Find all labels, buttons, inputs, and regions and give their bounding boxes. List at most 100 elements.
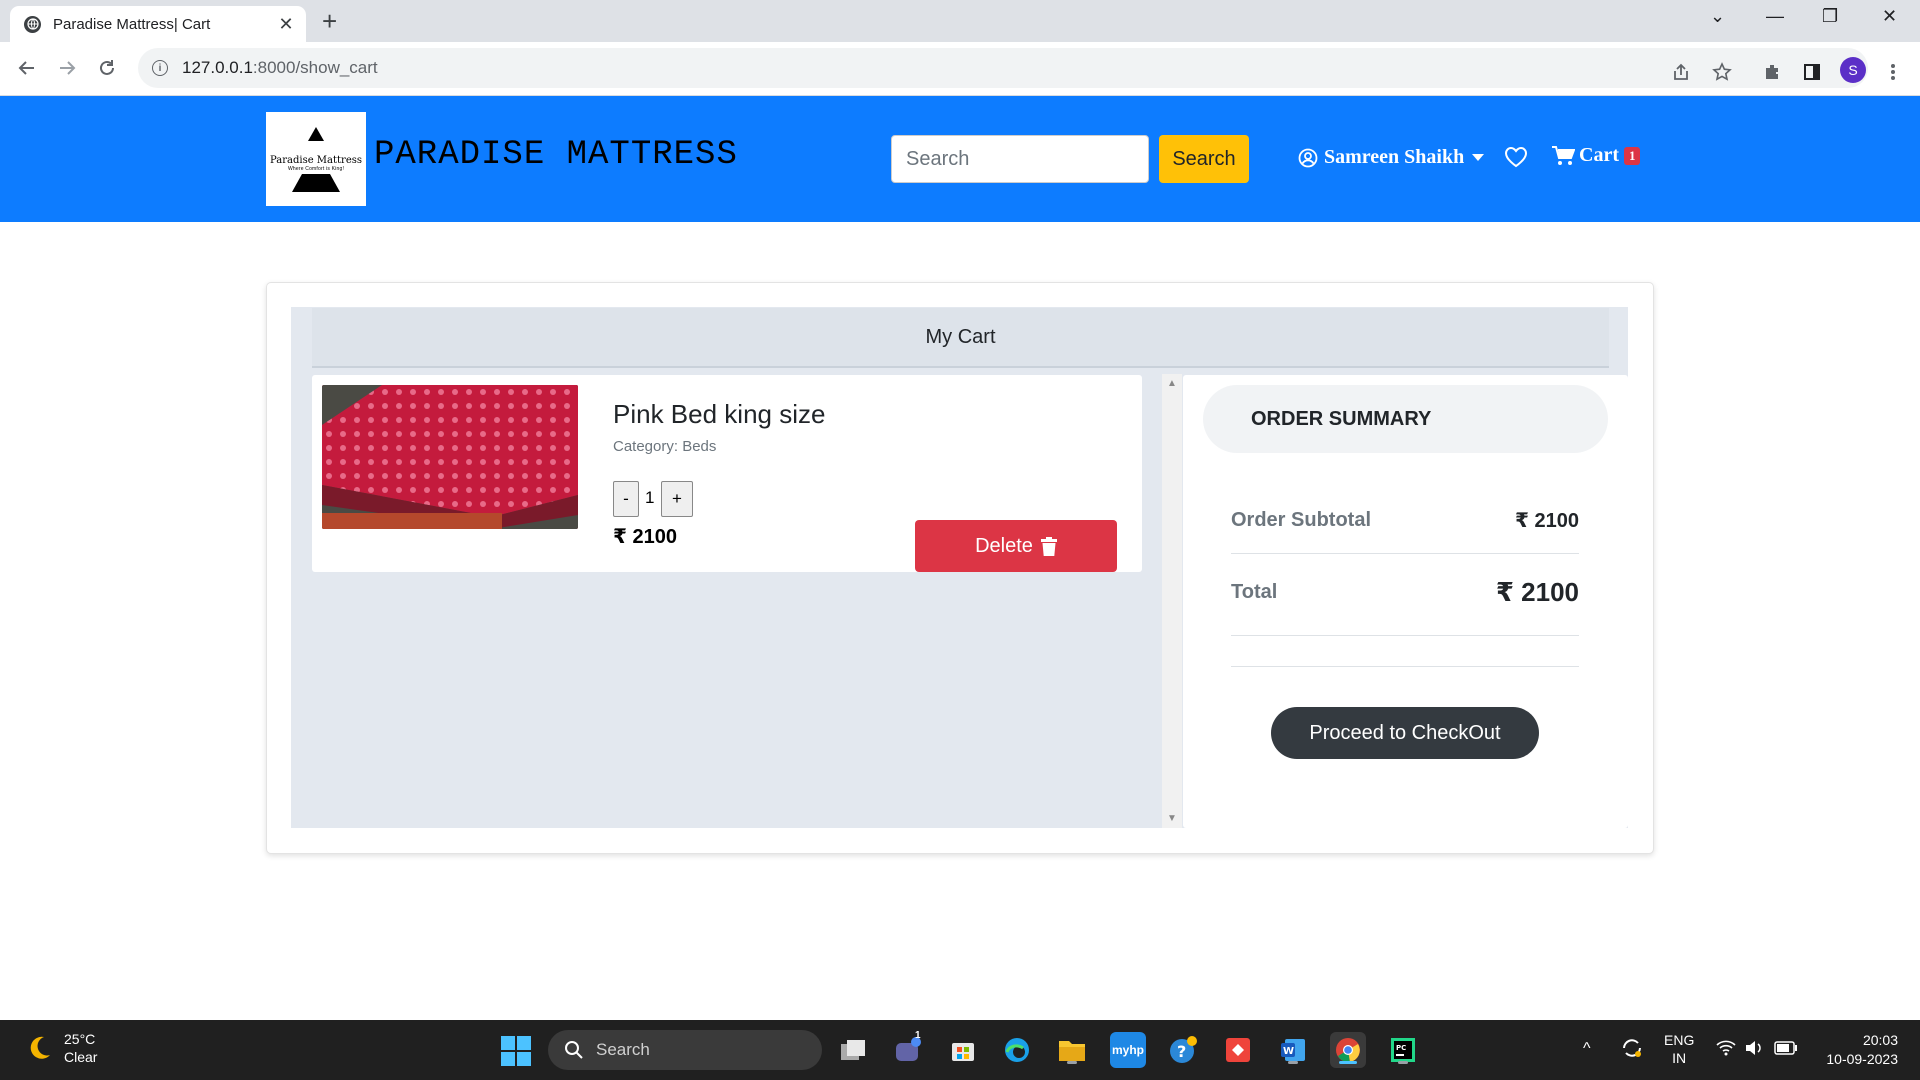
svg-text:?: ? xyxy=(1177,1042,1186,1061)
language-bottom: IN xyxy=(1672,1050,1687,1066)
word-icon[interactable]: W xyxy=(1275,1032,1311,1068)
close-window-icon[interactable]: ✕ xyxy=(1882,6,1897,27)
quantity-value: 1 xyxy=(645,488,655,507)
wishlist-heart-icon[interactable] xyxy=(1504,146,1528,173)
url-path: :8000/show_cart xyxy=(252,58,378,77)
tab-title: Paradise Mattress| Cart xyxy=(53,15,211,33)
anydesk-icon[interactable] xyxy=(1220,1032,1256,1068)
browser-tab[interactable]: Paradise Mattress| Cart ✕ xyxy=(10,6,306,42)
divider xyxy=(1231,635,1579,636)
weather-temperature: 25°C xyxy=(64,1031,96,1047)
cart-count-badge: 1 xyxy=(1623,146,1641,165)
search-icon xyxy=(565,1041,583,1059)
product-image[interactable] xyxy=(322,385,578,529)
user-dropdown[interactable]: Samreen Shaikh xyxy=(1298,146,1485,169)
weather-widget[interactable]: 25°C Clear xyxy=(24,1030,97,1066)
divider xyxy=(1231,666,1579,667)
delete-label: Delete xyxy=(975,534,1033,557)
tab-search-icon[interactable]: ⌄ xyxy=(1710,6,1725,27)
subtotal-label: Order Subtotal xyxy=(1231,509,1372,531)
language-top: ENG xyxy=(1664,1032,1695,1048)
restore-icon[interactable]: ❐ xyxy=(1822,6,1838,27)
logo-base-icon xyxy=(292,173,340,192)
scroll-up-icon[interactable]: ▲ xyxy=(1167,378,1177,389)
back-arrow-icon[interactable] xyxy=(13,54,41,82)
task-view-icon[interactable] xyxy=(835,1032,871,1068)
user-name: Samreen Shaikh xyxy=(1324,146,1465,168)
profile-avatar[interactable]: S xyxy=(1840,57,1866,83)
battery-icon[interactable] xyxy=(1774,1041,1798,1058)
wifi-icon[interactable] xyxy=(1716,1040,1736,1059)
chrome-menu-icon[interactable] xyxy=(1879,58,1907,86)
running-indicator xyxy=(1288,1061,1298,1064)
site-logo[interactable]: Paradise Mattress Where Comfort is King! xyxy=(266,112,366,206)
site-info-icon[interactable]: i xyxy=(152,60,168,76)
extensions-icon[interactable] xyxy=(1758,58,1786,86)
reload-icon[interactable] xyxy=(93,54,121,82)
chrome-icon[interactable] xyxy=(1330,1032,1366,1068)
share-icon[interactable] xyxy=(1667,58,1695,86)
brand-title[interactable]: PARADISE MATTRESS xyxy=(374,136,738,174)
logo-name: Paradise Mattress xyxy=(269,154,362,166)
logo-triangle-icon xyxy=(308,126,324,141)
total-row: Total ₹ 2100 xyxy=(1231,577,1579,608)
search-input[interactable]: Search xyxy=(891,135,1149,183)
clock-time: 20:03 xyxy=(1862,1032,1898,1048)
cart-icon xyxy=(1552,145,1575,165)
bookmark-star-icon[interactable] xyxy=(1708,58,1736,86)
delete-button[interactable]: Delete xyxy=(915,520,1117,572)
taskbar-search-label: Search xyxy=(596,1040,650,1059)
clock[interactable]: 20:03 10-09-2023 xyxy=(1816,1031,1898,1069)
show-hidden-icons[interactable]: ^ xyxy=(1583,1040,1591,1058)
product-name[interactable]: Pink Bed king size xyxy=(613,399,825,430)
product-price: ₹ 2100 xyxy=(613,526,677,548)
running-indicator xyxy=(1398,1061,1408,1064)
browser-toolbar: i 127.0.0.1:8000/show_cart xyxy=(0,42,1920,96)
order-summary: ORDER SUMMARY Order Subtotal ₹ 2100 Tota… xyxy=(1183,375,1628,828)
checkout-button[interactable]: Proceed to CheckOut xyxy=(1271,707,1539,759)
moon-icon xyxy=(30,1036,50,1059)
user-circle-icon xyxy=(1298,148,1318,167)
quantity-decrement-button[interactable]: - xyxy=(613,481,639,517)
svg-text:PC: PC xyxy=(1396,1044,1406,1052)
taskbar-search[interactable]: Search xyxy=(548,1030,822,1070)
clock-date: 10-09-2023 xyxy=(1826,1051,1898,1067)
search-button[interactable]: Search xyxy=(1159,135,1249,183)
teams-chat-icon[interactable]: 1 xyxy=(890,1030,926,1068)
cart-title: My Cart xyxy=(312,308,1609,368)
cart-label: Cart xyxy=(1579,144,1619,166)
side-panel-icon[interactable] xyxy=(1798,58,1826,86)
microsoft-store-icon[interactable] xyxy=(945,1032,981,1068)
site-navbar: Paradise Mattress Where Comfort is King!… xyxy=(0,96,1920,222)
new-tab-icon[interactable]: + xyxy=(322,8,337,34)
volume-icon[interactable] xyxy=(1744,1040,1764,1059)
language-indicator[interactable]: ENG IN xyxy=(1664,1031,1694,1067)
scroll-down-icon[interactable]: ▼ xyxy=(1167,813,1177,824)
help-icon[interactable]: ? xyxy=(1165,1032,1201,1068)
trash-icon xyxy=(1040,536,1057,556)
sync-icon[interactable] xyxy=(1620,1036,1644,1063)
windows-taskbar: 25°C Clear Search 1 myhp ? W PC ^ ENG IN… xyxy=(0,1020,1920,1080)
teams-badge: 1 xyxy=(915,1030,921,1041)
file-explorer-icon[interactable] xyxy=(1054,1032,1090,1068)
product-category: Category: Beds xyxy=(613,438,717,455)
quantity-increment-button[interactable]: + xyxy=(661,481,693,517)
cart-item: Pink Bed king size Category: Beds - 1 + … xyxy=(312,375,1142,572)
windows-start-icon[interactable] xyxy=(501,1036,531,1071)
total-value: ₹ 2100 xyxy=(1495,577,1579,607)
running-indicator xyxy=(1067,1061,1077,1064)
forward-arrow-icon[interactable] xyxy=(53,54,81,82)
globe-icon xyxy=(24,15,41,33)
browser-tab-strip: Paradise Mattress| Cart ✕ + ⌄ — ❐ ✕ xyxy=(0,0,1920,42)
weather-condition: Clear xyxy=(64,1049,98,1065)
cart-link[interactable]: Cart 1 xyxy=(1551,144,1641,167)
address-bar[interactable]: i 127.0.0.1:8000/show_cart xyxy=(138,48,1868,88)
cart-scrollbar[interactable]: ▲ ▼ xyxy=(1162,374,1182,828)
myhp-icon[interactable]: myhp xyxy=(1110,1032,1146,1068)
url-host: 127.0.0.1 xyxy=(182,58,253,77)
pycharm-icon[interactable]: PC xyxy=(1385,1032,1421,1068)
minimize-icon[interactable]: — xyxy=(1766,6,1784,27)
svg-text:W: W xyxy=(1283,1046,1294,1057)
close-tab-icon[interactable]: ✕ xyxy=(276,14,296,35)
edge-browser-icon[interactable] xyxy=(999,1032,1035,1068)
